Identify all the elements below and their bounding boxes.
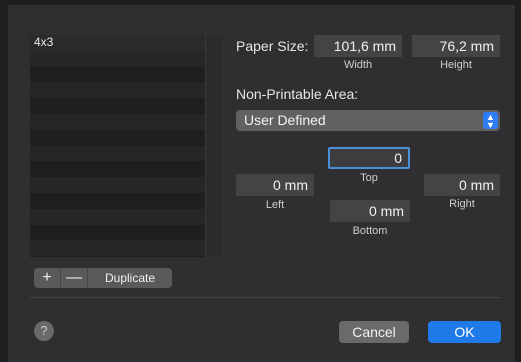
non-printable-area-popup[interactable]: User Defined ▲ ▼ (236, 110, 500, 131)
list-scrollbar[interactable] (205, 35, 222, 257)
list-item[interactable] (30, 192, 206, 209)
width-caption: Width (343, 59, 373, 71)
cancel-button[interactable]: Cancel (339, 321, 409, 343)
left-caption: Left (265, 199, 285, 211)
list-item[interactable] (30, 145, 206, 162)
list-item[interactable] (30, 113, 206, 130)
remove-paper-button[interactable]: — (61, 268, 88, 288)
paper-width-field[interactable]: 101,6 mm (314, 35, 402, 57)
bottom-caption: Bottom (352, 225, 388, 237)
paper-size-list-rows: 4x3 (30, 35, 206, 257)
list-item[interactable] (30, 50, 206, 67)
margin-top-field[interactable]: 0 (328, 147, 410, 169)
paper-size-label: Paper Size: (236, 38, 309, 54)
list-item[interactable] (30, 98, 206, 114)
list-item[interactable] (30, 224, 206, 241)
paper-size-list[interactable]: 4x3 (30, 35, 222, 257)
list-item[interactable] (30, 177, 206, 193)
list-item-label: 4x3 (34, 35, 54, 49)
margin-bottom-field[interactable]: 0 mm (330, 200, 410, 222)
margin-right-field[interactable]: 0 mm (424, 174, 500, 196)
duplicate-button[interactable]: Duplicate (88, 268, 172, 288)
list-item[interactable] (30, 82, 206, 99)
window-frame-right (515, 0, 521, 362)
right-caption: Right (449, 198, 475, 210)
add-paper-button[interactable]: + (34, 268, 61, 288)
top-caption: Top (360, 172, 378, 184)
window-frame-left (0, 0, 8, 362)
chevron-updown-icon: ▲ ▼ (483, 112, 498, 130)
footer-divider (30, 297, 500, 298)
paper-height-field[interactable]: 76,2 mm (412, 35, 500, 57)
list-item[interactable] (30, 161, 206, 178)
popup-selected-value: User Defined (244, 112, 326, 128)
help-button[interactable]: ? (34, 321, 54, 341)
height-caption: Height (440, 59, 472, 71)
list-item[interactable] (30, 208, 206, 225)
ok-button[interactable]: OK (428, 321, 501, 343)
non-printable-area-label: Non-Printable Area: (236, 86, 359, 102)
window-frame-top (0, 0, 521, 5)
list-item[interactable]: 4x3 (30, 35, 206, 51)
margin-left-field[interactable]: 0 mm (236, 174, 314, 196)
list-item[interactable] (30, 129, 206, 146)
list-item[interactable] (30, 240, 206, 257)
list-item[interactable] (30, 66, 206, 83)
